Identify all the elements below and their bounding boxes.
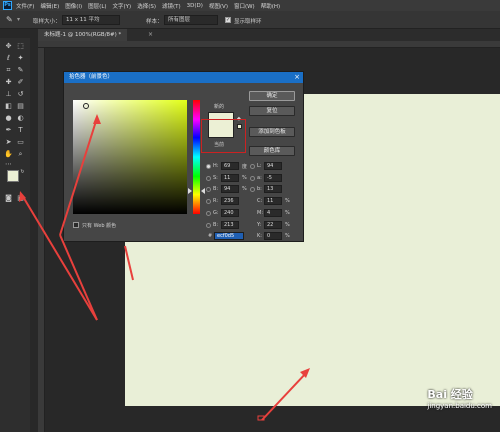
arrow-line-picker-ring-2 — [59, 117, 98, 236]
arrow-line-canvas — [261, 371, 308, 421]
arrow-line-rgb — [124, 245, 134, 281]
baidu-jingyan-watermark: Bai 经验 jingyan.baidu.com — [427, 386, 492, 410]
watermark-url: jingyan.baidu.com — [427, 402, 492, 410]
arrow-line-picker-ring — [59, 234, 98, 321]
watermark-brand: Bai 经验 — [427, 388, 473, 401]
arrow-head-picker-ring — [93, 114, 101, 124]
arrow-line-foreground — [21, 194, 98, 321]
annotation-arrows — [19, 114, 310, 421]
